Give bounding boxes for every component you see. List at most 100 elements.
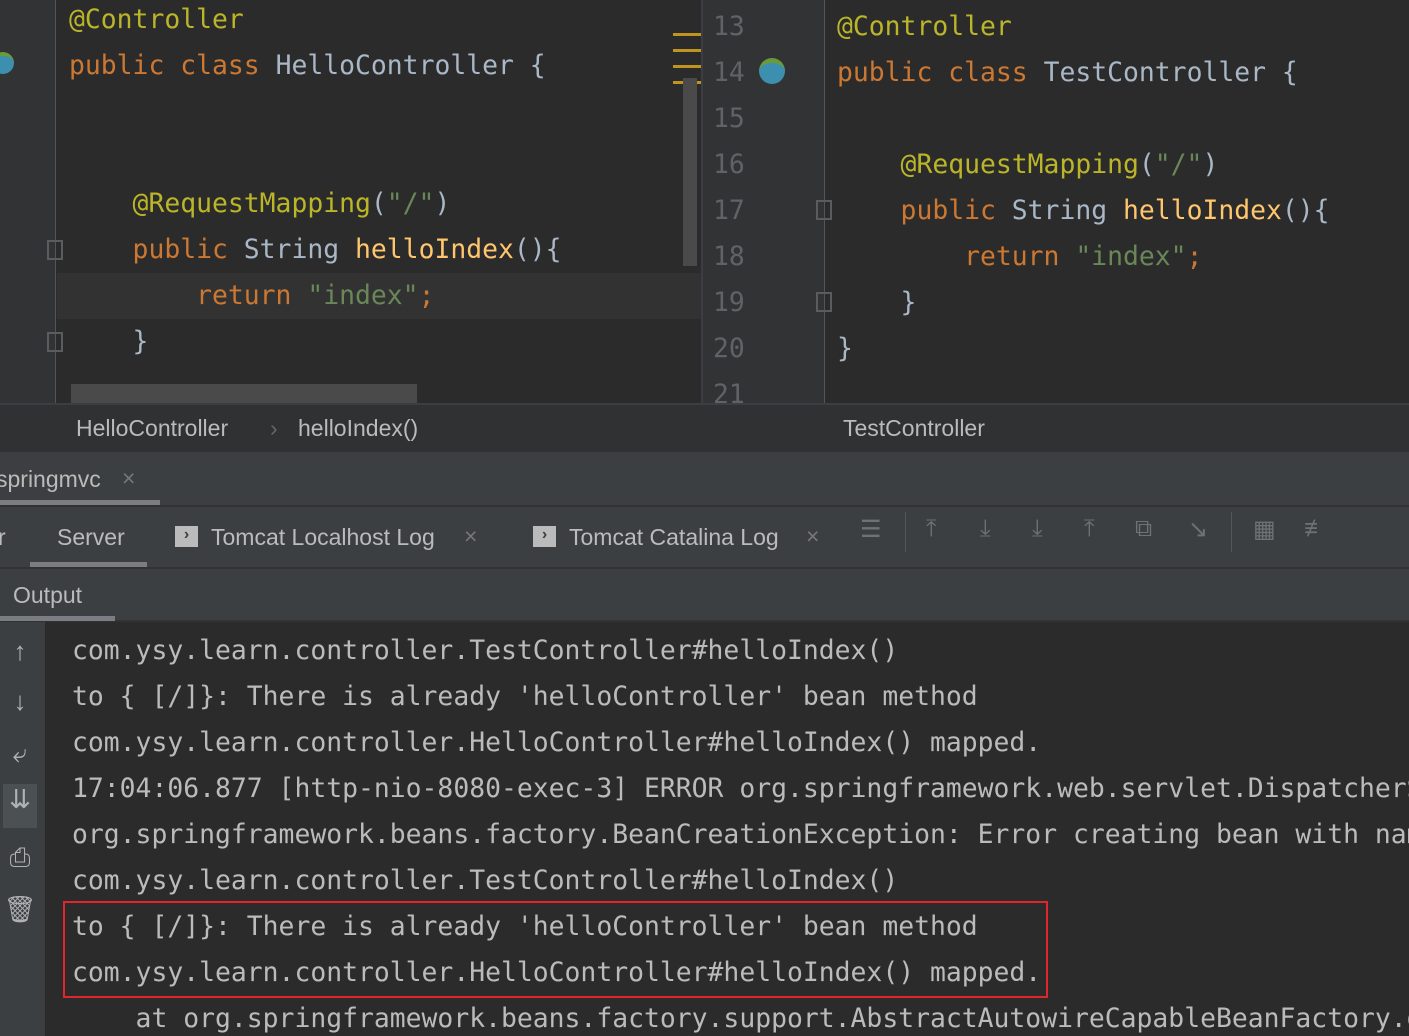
code-line: } [837, 326, 853, 372]
code-line: public String helloIndex(){ [69, 227, 562, 273]
restore-icon[interactable]: ⧉ [1135, 515, 1152, 543]
line-number: 18 [713, 241, 745, 272]
console-side-toolbar: ↑ ↓ ⤶ ⇊ ⎙ 🗑 [0, 622, 45, 1036]
console-line: org.springframework.beans.factory.BeanCr… [72, 819, 1409, 850]
active-tab-indicator [30, 562, 147, 567]
code-token: public [69, 234, 244, 265]
code-token: String [1011, 195, 1124, 226]
toolbar-divider [1231, 512, 1232, 552]
output-tabs-bar: Output [0, 569, 1409, 622]
horizontal-scrollbar[interactable] [71, 384, 417, 403]
line-number: 21 [713, 379, 745, 403]
print-icon[interactable]: ⎙ [3, 842, 37, 874]
code-line: public String helloIndex(){ [837, 188, 1330, 234]
code-token: helloIndex [355, 234, 514, 265]
code-token: String [243, 234, 356, 265]
menu-icon[interactable]: ☰ [860, 515, 882, 544]
code-token: class [948, 57, 1044, 88]
spring-bean-icon[interactable] [759, 58, 785, 84]
breadcrumb-separator: › [270, 415, 278, 441]
right-editor[interactable]: 13 14 15 16 17 18 19 20 21 @Controller public cla… [703, 0, 1409, 403]
tab-server[interactable]: Server [57, 524, 125, 551]
tab-output[interactable]: Output [13, 582, 82, 609]
code-token: return [837, 241, 1076, 272]
code-token: "/" [1154, 149, 1203, 180]
toolbar-divider [905, 512, 906, 552]
close-icon[interactable]: × [464, 523, 477, 550]
code-token: @RequestMapping [837, 149, 1139, 180]
download-icon[interactable]: ⤓ [980, 515, 991, 543]
line-number: 16 [713, 149, 745, 180]
close-icon[interactable]: × [122, 465, 135, 492]
console-line: com.ysy.learn.controller.TestController#… [72, 865, 899, 896]
code-token: } [837, 287, 917, 318]
code-token: return [69, 280, 308, 311]
cursor-icon[interactable]: ↘ [1188, 515, 1208, 544]
log-icon: › [175, 526, 198, 547]
code-token: } [69, 326, 149, 357]
line-number: 17 [713, 195, 745, 226]
code-token: helloIndex [1123, 195, 1282, 226]
tab-tomcat-catalina-log[interactable]: Tomcat Catalina Log [569, 524, 779, 551]
code-token: @Controller [69, 4, 244, 35]
close-icon[interactable]: × [806, 523, 819, 550]
console-line: com.ysy.learn.controller.HelloController… [72, 727, 1042, 758]
download-icon[interactable]: ⤓ [1032, 515, 1043, 543]
fold-icon[interactable] [47, 332, 63, 352]
table-icon[interactable]: ▦ [1253, 515, 1276, 544]
highlight-box [63, 901, 1048, 998]
code-token: ) [434, 188, 451, 219]
console-line: 17:04:06.877 [http-nio-8080-exec-3] ERRO… [72, 773, 1409, 804]
breadcrumb-bar: HelloController › helloIndex() TestContr… [0, 403, 1409, 452]
code-token: ) [1202, 149, 1219, 180]
code-token: "index" [1075, 241, 1187, 272]
line-number: 14 [713, 57, 745, 88]
tab-tomcat-localhost-log[interactable]: Tomcat Localhost Log [211, 524, 435, 551]
breadcrumb-class[interactable]: HelloController [76, 415, 228, 442]
trash-icon[interactable]: 🗑 [3, 894, 37, 925]
code-token: @RequestMapping [69, 188, 371, 219]
code-token: public [837, 195, 1012, 226]
scroll-to-end-icon[interactable]: ⇊ [3, 784, 37, 828]
scroll-up-icon[interactable]: ⤒ [926, 515, 937, 543]
code-line: } [837, 280, 917, 326]
code-token: HelloController { [275, 50, 546, 81]
code-line: return "index"; [69, 273, 434, 319]
console-output[interactable]: com.ysy.learn.controller.TestController#… [45, 622, 1409, 1036]
code-line: return "index"; [837, 234, 1202, 280]
line-number: 15 [713, 103, 745, 134]
active-tab-indicator [0, 616, 115, 621]
upload-icon[interactable]: ⤒ [1084, 515, 1095, 543]
code-token: } [837, 333, 853, 364]
breadcrumb-right-class[interactable]: TestController [843, 415, 985, 442]
fold-icon[interactable] [47, 240, 63, 260]
console-line: at org.springframework.beans.factory.sup… [135, 1003, 1409, 1034]
arrow-up-icon[interactable]: ↑ [3, 636, 37, 667]
console-line: com.ysy.learn.controller.TestController#… [72, 635, 899, 666]
line-number: 19 [713, 287, 745, 318]
code-token: public [69, 50, 181, 81]
tab-partial[interactable]: r [0, 524, 6, 551]
code-line: @RequestMapping("/") [69, 181, 451, 227]
vertical-scrollbar[interactable] [683, 78, 697, 266]
code-line: public class HelloController { [69, 43, 546, 89]
console-line: to { [/]}: There is already 'helloContro… [72, 681, 978, 712]
code-token: "/" [386, 188, 435, 219]
fold-icon[interactable] [816, 292, 832, 312]
code-token: public [837, 57, 949, 88]
run-tabs-bar: springmvc × [0, 452, 1409, 507]
left-editor[interactable]: @Controller public class HelloController … [0, 0, 701, 403]
log-icon: › [533, 526, 556, 547]
code-line: @Controller [69, 0, 244, 43]
code-token: ( [370, 188, 387, 219]
code-token: class [180, 50, 276, 81]
code-line: @Controller [837, 4, 1012, 50]
soft-wrap-icon[interactable]: ⤶ [3, 738, 37, 770]
arrow-down-icon[interactable]: ↓ [3, 686, 37, 717]
breadcrumb-method[interactable]: helloIndex() [298, 415, 418, 442]
code-token: ; [1186, 241, 1203, 272]
filter-icon[interactable]: ≢ [1304, 515, 1328, 543]
fold-icon[interactable] [816, 200, 832, 220]
code-token: ; [418, 280, 435, 311]
tab-springmvc[interactable]: springmvc [0, 466, 101, 493]
